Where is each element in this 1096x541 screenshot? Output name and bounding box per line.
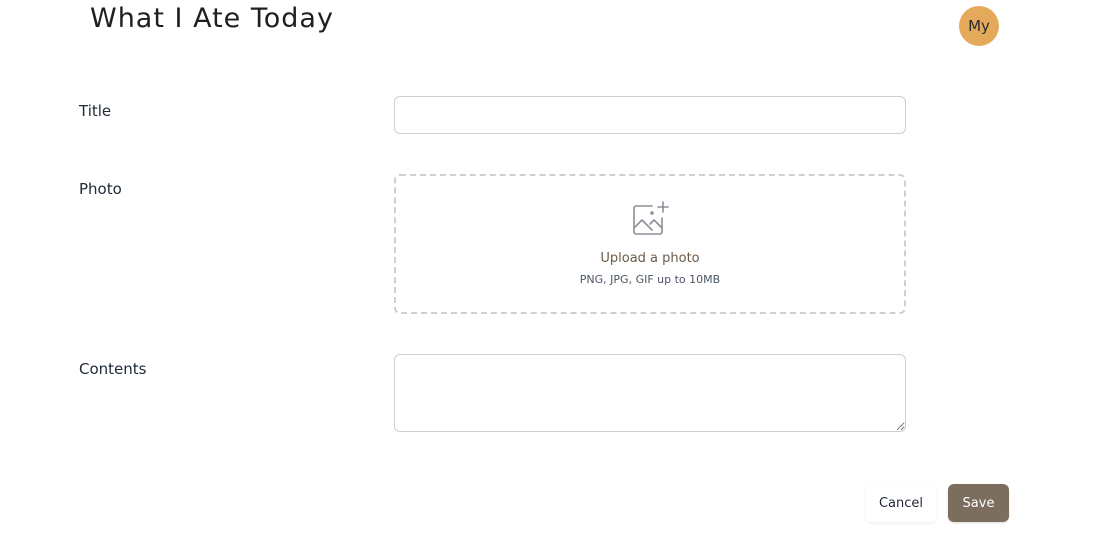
save-button[interactable]: Save — [948, 484, 1009, 522]
app-title: What I Ate Today — [90, 3, 334, 34]
title-label: Title — [79, 102, 112, 120]
photo-label: Photo — [79, 180, 122, 198]
upload-hint: PNG, JPG, GIF up to 10MB — [579, 273, 721, 286]
upload-photo-text: Upload a photo — [600, 251, 700, 266]
avatar[interactable]: My — [959, 6, 999, 46]
image-plus-icon — [633, 201, 669, 235]
title-input[interactable] — [394, 96, 906, 134]
contents-label: Contents — [79, 360, 147, 378]
photo-upload-dropzone[interactable]: Upload a photo PNG, JPG, GIF up to 10MB — [394, 174, 906, 314]
cancel-button[interactable]: Cancel — [866, 484, 936, 522]
contents-textarea[interactable] — [394, 354, 906, 432]
